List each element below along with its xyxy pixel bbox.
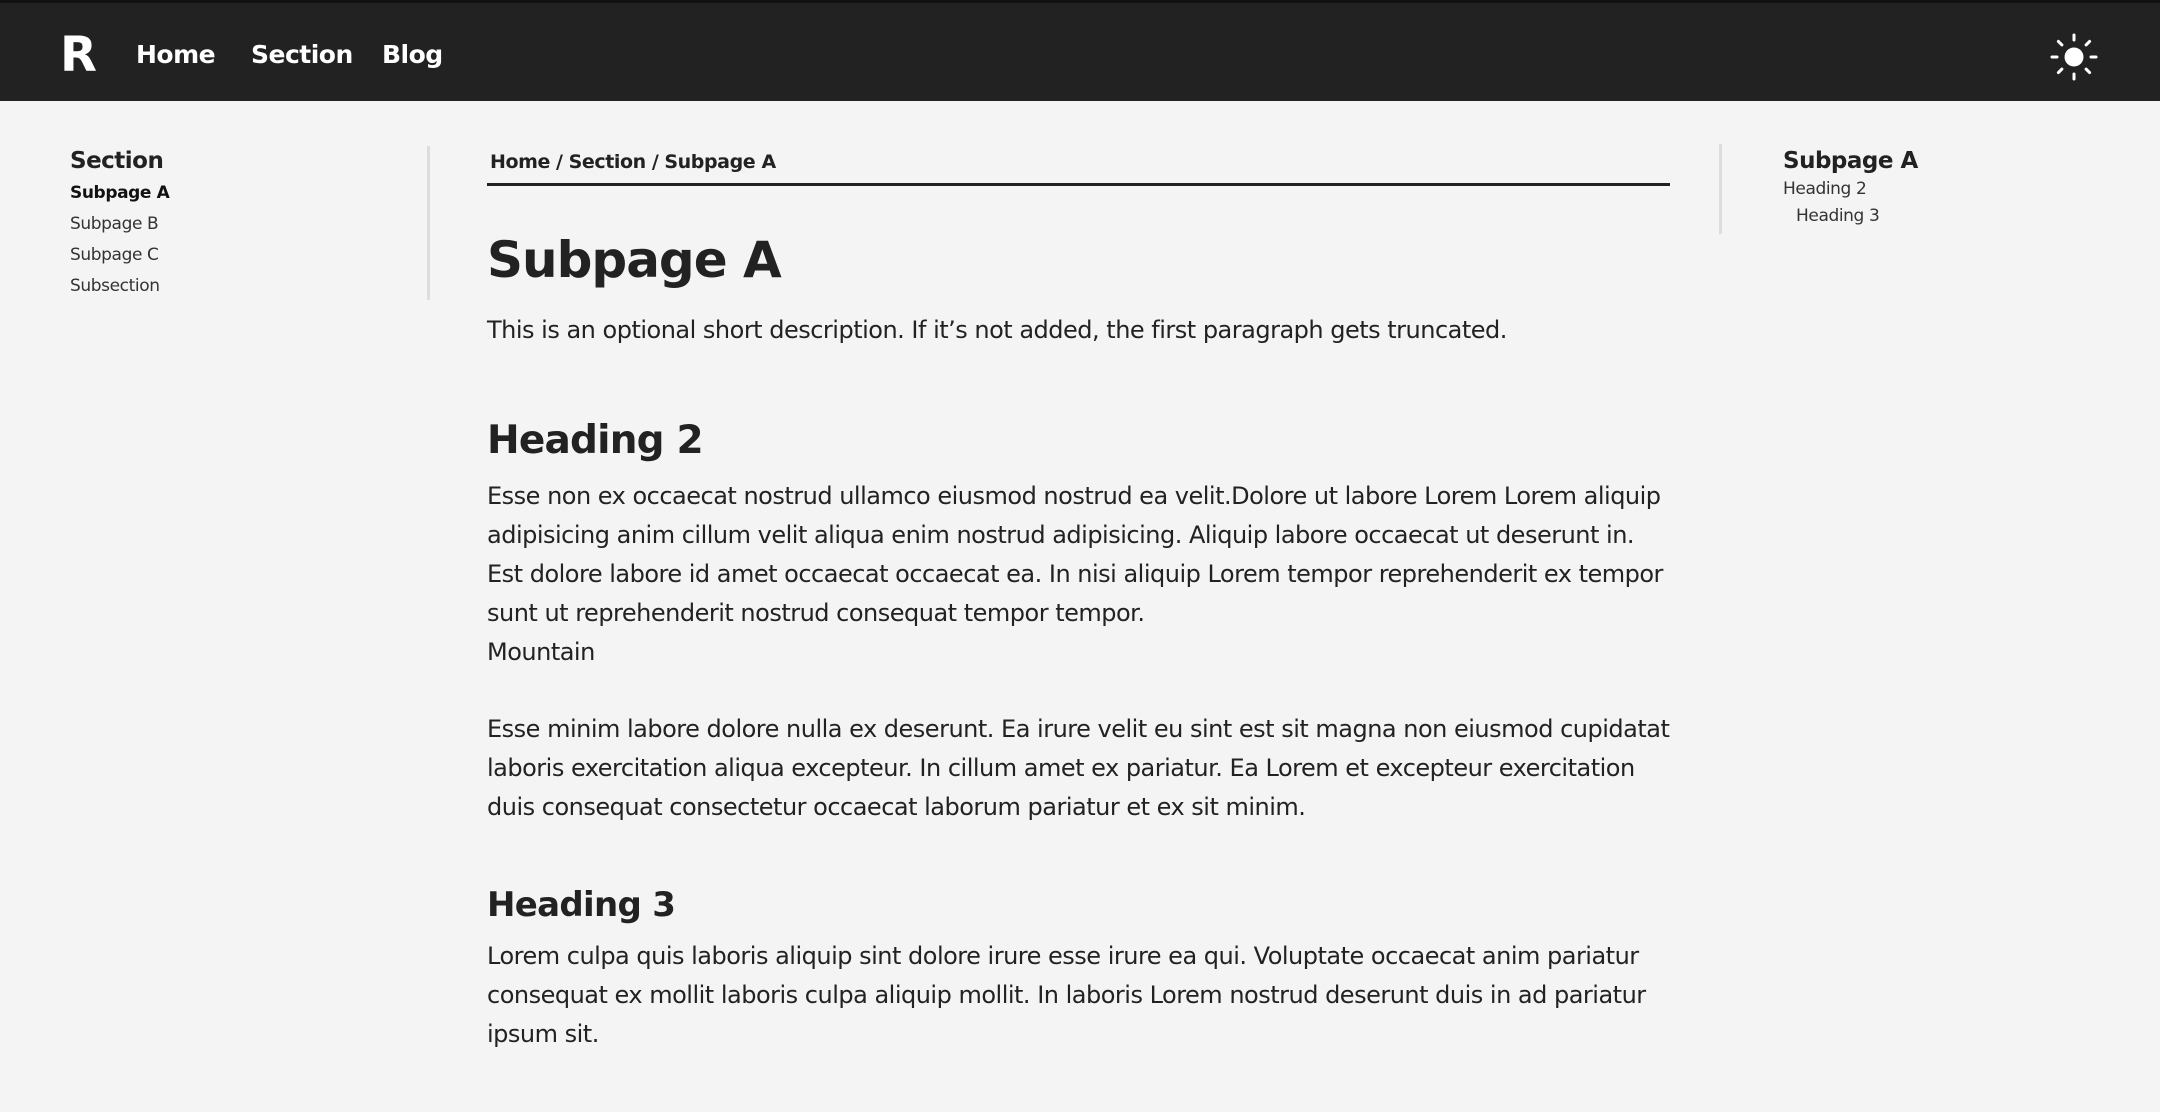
toc-title: Subpage A (1783, 148, 1918, 174)
site-logo[interactable]: R (60, 27, 97, 83)
sidebar-item-subpage-b[interactable]: Subpage B (70, 209, 427, 240)
sidebar-title: Section (70, 148, 164, 174)
sidebar-item-subsection[interactable]: Subsection (70, 271, 427, 302)
breadcrumb-separator: / (651, 151, 659, 173)
breadcrumb-current-page[interactable]: Subpage A (664, 151, 776, 173)
toc-item-heading-2[interactable]: Heading 2 (1783, 176, 2099, 203)
breadcrumb-home[interactable]: Home (490, 151, 550, 173)
sun-icon (2050, 33, 2098, 81)
nav-link-blog[interactable]: Blog (382, 39, 443, 71)
main-content: Home / Section / Subpage A Subpage A This is… (487, 146, 1670, 1054)
paragraph-1-text: Esse non ex occaecat nostrud ullamco eiu… (487, 482, 1663, 627)
heading-3: Heading 3 (487, 885, 676, 925)
page-description: This is an optional short description. I… (487, 316, 1507, 344)
paragraph-3: Lorem culpa quis laboris aliquip sint do… (487, 942, 1646, 1048)
mountain-image-alt-text: Mountain (487, 638, 595, 666)
paragraph-1: Esse non ex occaecat nostrud ullamco eiu… (487, 477, 1670, 672)
nav-link-section[interactable]: Section (251, 39, 353, 71)
nav-link-home[interactable]: Home (136, 39, 216, 71)
heading-2: Heading 2 (487, 418, 704, 463)
toc-item-heading-3[interactable]: Heading 3 (1783, 203, 2099, 230)
sidebar-item-subpage-c[interactable]: Subpage C (70, 240, 427, 271)
top-navigation-bar: R Home Section Blog (0, 0, 2160, 101)
theme-toggle-button[interactable] (2050, 33, 2098, 81)
sidebar-item-subpage-a[interactable]: Subpage A (70, 178, 427, 209)
breadcrumb: Home / Section / Subpage A (487, 146, 1670, 186)
table-of-contents: Subpage A Heading 2 Heading 3 (1719, 144, 2099, 234)
breadcrumb-separator: / (556, 151, 563, 173)
section-sidebar: Section Subpage A Subpage B Subpage C Su… (70, 146, 430, 300)
breadcrumb-section[interactable]: Section (569, 151, 647, 173)
paragraph-2: Esse minim labore dolore nulla ex deseru… (487, 715, 1670, 821)
page-title: Subpage A (487, 231, 782, 289)
